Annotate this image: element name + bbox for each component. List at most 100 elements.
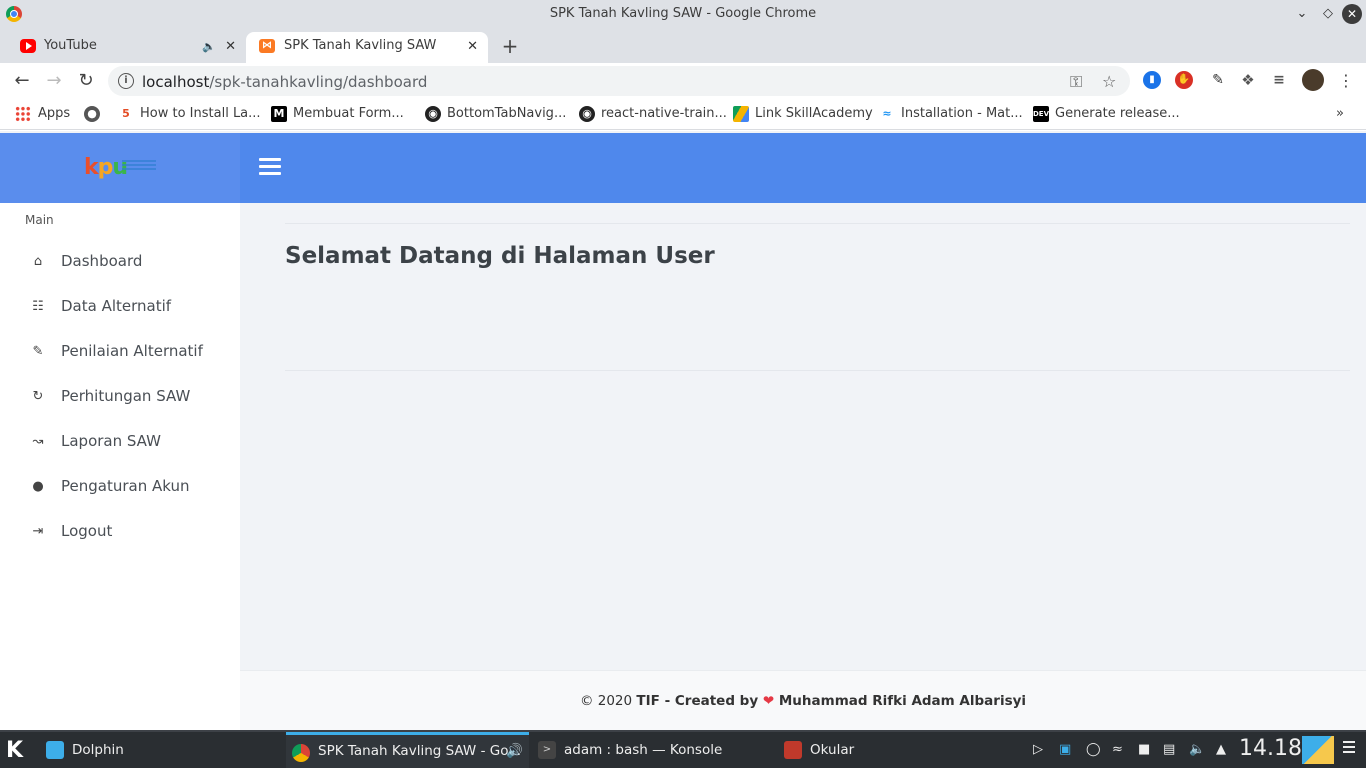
bookmark-apps[interactable]: Apps (15, 106, 70, 122)
forward-icon[interactable]: → (42, 69, 66, 93)
terminal-icon: > (538, 741, 556, 759)
reload-icon[interactable]: ↻ (74, 69, 98, 93)
bookmark-dev[interactable]: DEV Generate release... (1033, 106, 1180, 122)
tab-label: YouTube (44, 38, 97, 53)
url-text[interactable]: localhost/spk-tanahkavling/dashboard (142, 73, 427, 91)
bookmark-medium[interactable]: M Membuat Form... (271, 106, 404, 122)
github-icon: ◉ (579, 106, 595, 122)
task-okular[interactable]: Okular (778, 732, 1018, 768)
desktop-pager[interactable] (1302, 736, 1334, 764)
close-window-icon[interactable]: ✕ (1342, 4, 1362, 24)
tab-label: SPK Tanah Kavling SAW (284, 38, 437, 53)
okular-icon (784, 741, 802, 759)
tab-strip: YouTube 🔈 ✕ ⋈ SPK Tanah Kavling SAW ✕ + (0, 28, 1366, 63)
kpu-logo[interactable]: kpu (84, 155, 128, 180)
browser-toolbar: ← → ↻ i localhost/spk-tanahkavling/dashb… (0, 63, 1366, 99)
home-icon: ⌂ (33, 254, 43, 269)
chart-line-icon: ↝ (32, 434, 44, 449)
sidebar-item-pengaturan-akun[interactable]: ● Pengaturan Akun (0, 467, 240, 507)
wifi-icon[interactable]: ≈ (1112, 742, 1123, 757)
sidebar: Main ⌂ Dashboard ☷ Data Alternatif ✎ Pen… (0, 203, 240, 730)
heart-icon: ❤ (762, 693, 775, 709)
tab-spk[interactable]: ⋈ SPK Tanah Kavling SAW ✕ (246, 32, 488, 63)
task-konsole[interactable]: > adam : bash — Konsole (532, 732, 772, 768)
task-chrome[interactable]: SPK Tanah Kavling SAW - Go... 🔊 (286, 732, 529, 768)
media-player-icon[interactable]: ▷ (1033, 742, 1043, 757)
extensions-puzzle-icon[interactable]: ❖ (1239, 71, 1257, 89)
clipboard-icon[interactable]: ▤ (1163, 742, 1175, 757)
lock-icon[interactable]: ■ (1138, 742, 1150, 757)
pencil-icon: ✎ (32, 344, 44, 359)
maximize-icon[interactable]: ◇ (1318, 4, 1338, 24)
chrome-icon (292, 744, 310, 762)
main-content: Selamat Datang di Halaman User (240, 203, 1366, 670)
volume-icon[interactable]: 🔈 (1189, 742, 1205, 757)
page-title: Selamat Datang di Halaman User (285, 243, 715, 269)
panel-menu-icon[interactable] (1343, 741, 1355, 756)
html5-icon: 5 (122, 107, 130, 120)
youtube-icon (20, 39, 36, 53)
dev-icon: DEV (1033, 106, 1049, 122)
audio-playing-icon[interactable]: 🔈 (202, 33, 216, 61)
github-icon: ◉ (425, 106, 441, 122)
hamburger-menu-icon[interactable] (259, 158, 281, 176)
dolphin-icon (46, 741, 64, 759)
material-icon: ≈ (882, 107, 892, 120)
web-page: kpu Main ⌂ Dashboard ☷ Data Alternatif ✎… (0, 131, 1366, 730)
sidebar-item-perhitungan-saw[interactable]: ↻ Perhitungan SAW (0, 377, 240, 417)
page-footer: © 2020 TIF - Created by ❤ Muhammad Rifki… (240, 670, 1366, 730)
address-bar[interactable]: i localhost/spk-tanahkavling/dashboard ⚿… (108, 66, 1130, 96)
globe-icon: ● (84, 106, 100, 122)
bookmark-star-icon[interactable]: ☆ (1102, 72, 1116, 91)
kdeconnect-icon[interactable]: ▣ (1059, 742, 1071, 757)
divider (285, 370, 1350, 371)
sidebar-item-dashboard[interactable]: ⌂ Dashboard (0, 242, 240, 282)
minimize-icon[interactable]: ⌄ (1292, 4, 1312, 24)
apps-grid-icon (15, 106, 31, 122)
bookmark-drive[interactable]: Link SkillAcademy (733, 106, 873, 122)
kde-launcher-icon[interactable]: K (6, 738, 23, 763)
bookmark-github-2[interactable]: ◉ react-native-train... (579, 106, 727, 122)
site-info-icon[interactable]: i (118, 73, 134, 89)
footer-credit: © 2020 TIF - Created by ❤ Muhammad Rifki… (579, 693, 1027, 709)
updates-icon[interactable]: ◯ (1086, 742, 1101, 757)
key-icon[interactable]: ⚿ (1070, 72, 1082, 92)
media-control-icon[interactable]: ≡ (1270, 71, 1288, 89)
brand-area: kpu (0, 133, 240, 203)
audio-playing-icon: 🔊 (506, 743, 523, 759)
close-tab-icon[interactable]: ✕ (467, 33, 478, 61)
bookmarks-bar: Apps ● 5 How to Install La... M Membuat … (0, 99, 1366, 130)
refresh-icon: ↻ (32, 389, 44, 404)
top-navbar (240, 133, 1366, 203)
chrome-menu-icon[interactable]: ⋮ (1334, 69, 1358, 93)
os-taskbar: K Dolphin SPK Tanah Kavling SAW - Go... … (0, 730, 1366, 768)
profile-avatar[interactable] (1302, 69, 1324, 91)
sidebar-item-logout[interactable]: ⇥ Logout (0, 512, 240, 552)
divider (285, 223, 1350, 224)
extension-pen-icon[interactable]: ✎ (1209, 71, 1227, 89)
sidebar-item-data-alternatif[interactable]: ☷ Data Alternatif (0, 287, 240, 327)
system-clock[interactable]: 14.18 (1239, 736, 1302, 761)
new-tab-icon[interactable]: + (500, 32, 520, 60)
back-icon[interactable]: ← (10, 69, 34, 93)
user-icon: ● (32, 479, 44, 494)
xampp-icon: ⋈ (259, 39, 275, 53)
sidebar-item-laporan-saw[interactable]: ↝ Laporan SAW (0, 422, 240, 462)
window-titlebar: SPK Tanah Kavling SAW - Google Chrome ⌄ … (0, 0, 1366, 28)
logo-tagline (122, 160, 156, 172)
extension-adblock-icon[interactable]: ✋ (1175, 71, 1193, 89)
logout-icon: ⇥ (32, 524, 44, 539)
close-tab-icon[interactable]: ✕ (225, 33, 236, 61)
window-title: SPK Tanah Kavling SAW - Google Chrome (549, 6, 817, 21)
medium-icon: M (271, 106, 287, 122)
bookmarks-overflow-icon[interactable]: » (1318, 106, 1344, 121)
tray-expand-icon[interactable]: ▲ (1216, 742, 1226, 757)
database-icon: ☷ (32, 299, 44, 314)
tab-youtube[interactable]: YouTube 🔈 ✕ (0, 32, 246, 63)
bookmark-github-1[interactable]: ◉ BottomTabNavig... (425, 106, 566, 122)
bookmark-material[interactable]: ≈ Installation - Mat... (879, 106, 1022, 121)
bookmark-install[interactable]: 5 How to Install La... (118, 106, 260, 121)
sidebar-item-penilaian-alternatif[interactable]: ✎ Penilaian Alternatif (0, 332, 240, 372)
extension-bitwarden-icon[interactable]: ▮ (1143, 71, 1161, 89)
task-dolphin[interactable]: Dolphin (40, 732, 280, 768)
